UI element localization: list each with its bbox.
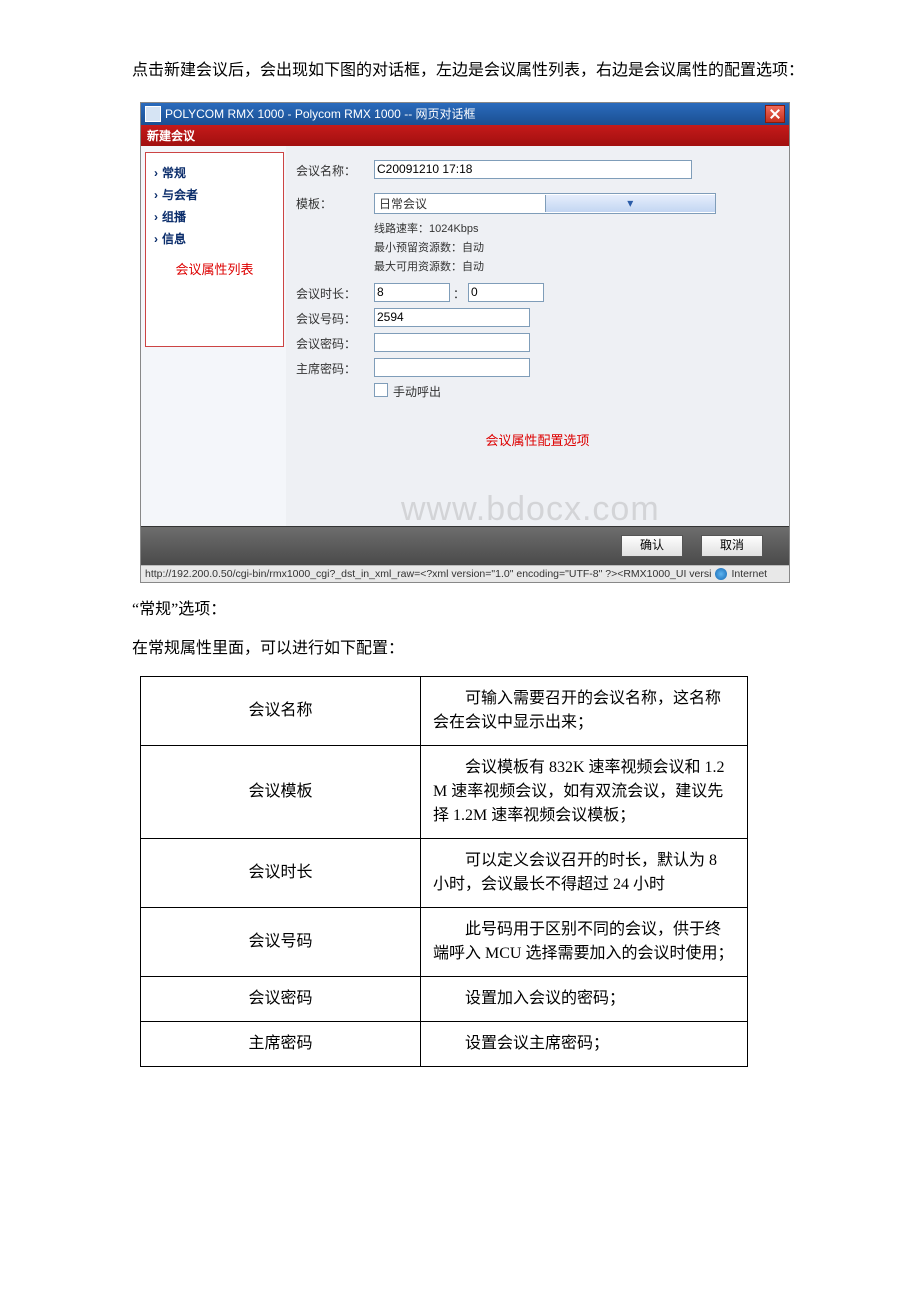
input-conf-name[interactable] bbox=[374, 160, 692, 179]
table-row: 主席密码设置会议主席密码； bbox=[141, 1021, 748, 1066]
cell-key: 会议名称 bbox=[141, 676, 421, 745]
label-chair-pwd: 主席密码： bbox=[296, 358, 374, 377]
intro-paragraph: 点击新建会议后，会出现如下图的对话框，左边是会议属性列表，右边是会议属性的配置选… bbox=[100, 58, 825, 84]
window-titlebar: POLYCOM RMX 1000 - Polycom RMX 1000 -- 网… bbox=[141, 103, 789, 125]
section-general: “常规”选项： bbox=[100, 597, 825, 623]
input-conf-id[interactable] bbox=[374, 308, 530, 327]
nav-participants[interactable]: ›与会者 bbox=[154, 186, 275, 203]
nav-general-label: 常规 bbox=[162, 166, 186, 180]
cell-val: 可输入需要召开的会议名称，这名称会在会议中显示出来； bbox=[421, 676, 748, 745]
select-template[interactable]: 日常会议 ▾ bbox=[374, 193, 716, 214]
close-icon[interactable] bbox=[765, 105, 785, 123]
app-icon bbox=[145, 106, 161, 122]
table-row: 会议号码此号码用于区别不同的会议，供于终端呼入 MCU 选择需要加入的会议时使用… bbox=[141, 907, 748, 976]
info-min: 最小预留资源数：自动 bbox=[374, 239, 716, 255]
cell-val: 此号码用于区别不同的会议，供于终端呼入 MCU 选择需要加入的会议时使用； bbox=[421, 907, 748, 976]
chevron-down-icon[interactable]: ▾ bbox=[545, 195, 716, 212]
input-chair-pwd[interactable] bbox=[374, 358, 530, 377]
input-duration-m[interactable] bbox=[468, 283, 544, 302]
table-row: 会议模板会议模板有 832K 速率视频会议和 1.2 M 速率视频会议，如有双流… bbox=[141, 745, 748, 838]
window-title: POLYCOM RMX 1000 - Polycom RMX 1000 -- 网… bbox=[165, 105, 476, 122]
label-conf-pwd: 会议密码： bbox=[296, 333, 374, 352]
nav-info[interactable]: ›信息 bbox=[154, 230, 275, 247]
table-row: 会议时长可以定义会议召开的时长，默认为 8 小时，会议最长不得超过 24 小时 bbox=[141, 838, 748, 907]
select-template-value: 日常会议 bbox=[375, 195, 545, 212]
cell-key: 会议号码 bbox=[141, 907, 421, 976]
status-bar: http://192.200.0.50/cgi-bin/rmx1000_cgi?… bbox=[141, 565, 789, 582]
nav-info-label: 信息 bbox=[162, 232, 186, 246]
cell-key: 会议密码 bbox=[141, 976, 421, 1021]
status-url: http://192.200.0.50/cgi-bin/rmx1000_cgi?… bbox=[145, 568, 711, 580]
info-max: 最大可用资源数：自动 bbox=[374, 258, 716, 274]
ok-button[interactable]: 确认 bbox=[621, 535, 683, 557]
cell-val: 可以定义会议召开的时长，默认为 8 小时，会议最长不得超过 24 小时 bbox=[421, 838, 748, 907]
dialog-button-bar: 确认 取消 bbox=[141, 526, 789, 565]
label-manual-call: 手动呼出 bbox=[393, 383, 441, 400]
nav-multicast-label: 组播 bbox=[162, 210, 186, 224]
right-annotation: 会议属性配置选项 bbox=[296, 430, 779, 449]
dialog-header: 新建会议 bbox=[141, 125, 789, 146]
left-annotation: 会议属性列表 bbox=[154, 259, 275, 278]
cell-val: 设置加入会议的密码； bbox=[421, 976, 748, 1021]
cell-val: 会议模板有 832K 速率视频会议和 1.2 M 速率视频会议，如有双流会议，建… bbox=[421, 745, 748, 838]
dialog-screenshot: POLYCOM RMX 1000 - Polycom RMX 1000 -- 网… bbox=[140, 102, 790, 583]
info-rate: 线路速率：1024Kbps bbox=[374, 220, 716, 236]
desc-table: 会议名称可输入需要召开的会议名称，这名称会在会议中显示出来； 会议模板会议模板有… bbox=[140, 676, 748, 1067]
right-pane: 会议名称： 模板： 日常会议 ▾ 线路速率：1024Kbps 最小预留资源数：自… bbox=[286, 146, 789, 526]
duration-sep: ： bbox=[453, 285, 465, 302]
label-template: 模板： bbox=[296, 193, 374, 212]
label-duration: 会议时长： bbox=[296, 283, 374, 302]
nav-general[interactable]: ›常规 bbox=[154, 164, 275, 181]
label-conf-id: 会议号码： bbox=[296, 308, 374, 327]
status-zone: Internet bbox=[731, 568, 767, 580]
nav-participants-label: 与会者 bbox=[162, 188, 198, 202]
section-general-desc: 在常规属性里面，可以进行如下配置： bbox=[100, 636, 825, 662]
table-row: 会议名称可输入需要召开的会议名称，这名称会在会议中显示出来； bbox=[141, 676, 748, 745]
cell-key: 主席密码 bbox=[141, 1021, 421, 1066]
left-pane: ›常规 ›与会者 ›组播 ›信息 会议属性列表 bbox=[141, 146, 286, 526]
cancel-button[interactable]: 取消 bbox=[701, 535, 763, 557]
nav-multicast[interactable]: ›组播 bbox=[154, 208, 275, 225]
cell-key: 会议时长 bbox=[141, 838, 421, 907]
table-row: 会议密码设置加入会议的密码； bbox=[141, 976, 748, 1021]
input-conf-pwd[interactable] bbox=[374, 333, 530, 352]
watermark: www.bdocx.com bbox=[401, 490, 660, 529]
cell-key: 会议模板 bbox=[141, 745, 421, 838]
internet-zone-icon bbox=[715, 568, 727, 580]
cell-val: 设置会议主席密码； bbox=[421, 1021, 748, 1066]
checkbox-manual-call[interactable] bbox=[374, 383, 388, 397]
label-conf-name: 会议名称： bbox=[296, 160, 374, 179]
input-duration-h[interactable] bbox=[374, 283, 450, 302]
